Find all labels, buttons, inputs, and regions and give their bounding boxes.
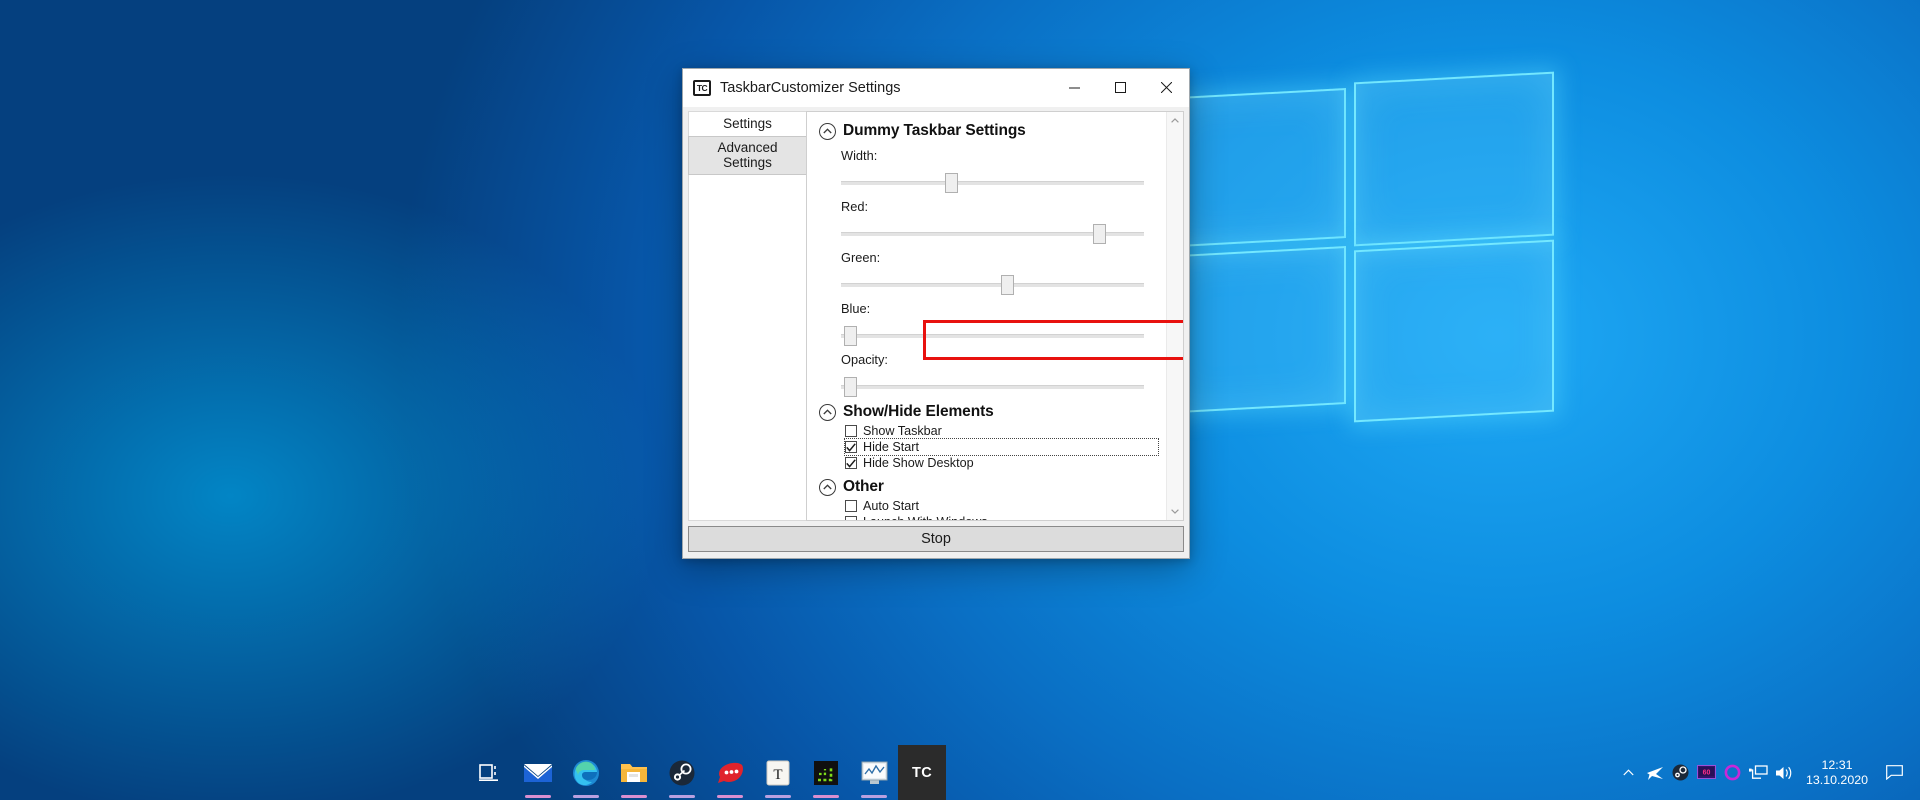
minimize-button[interactable] xyxy=(1051,69,1097,106)
taskbar-item-code-editor[interactable] xyxy=(802,745,850,800)
taskbar-item-microsoft-edge[interactable] xyxy=(562,745,610,800)
slider-thumb[interactable] xyxy=(1093,224,1107,244)
slider-track xyxy=(841,283,1144,287)
system-tray: 60 12:31 13.10.2020 xyxy=(1616,745,1920,800)
checkbox-hide-show-desktop[interactable] xyxy=(845,457,857,469)
window-body: Settings Advanced Settings Dummy Taskbar… xyxy=(683,107,1189,521)
slider-label-red: Red: xyxy=(841,199,869,214)
slider-label-blue: Blue: xyxy=(841,301,871,316)
network-icon[interactable] xyxy=(1746,745,1772,800)
tab-strip: Settings Advanced Settings xyxy=(688,111,807,521)
app-icon: TC xyxy=(693,79,711,96)
slider-red[interactable] xyxy=(841,224,1144,244)
fps-value: 60 xyxy=(1703,769,1711,776)
slider-thumb[interactable] xyxy=(843,377,857,397)
checkbox-row-launch-with-windows[interactable]: Launch With Windows xyxy=(845,514,1166,520)
slider-track xyxy=(841,385,1144,389)
slider-blue[interactable] xyxy=(841,326,1144,346)
slider-thumb[interactable] xyxy=(945,173,959,193)
tab-advanced-settings[interactable]: Advanced Settings xyxy=(688,136,807,175)
close-button[interactable] xyxy=(1143,69,1189,106)
cortana-ring-icon[interactable] xyxy=(1720,745,1746,800)
slider-label-green: Green: xyxy=(841,250,881,265)
taskbar-item-chat-app[interactable] xyxy=(706,745,754,800)
chevron-up-circle-icon[interactable] xyxy=(819,478,836,496)
logo-pane-top-right xyxy=(1354,71,1554,247)
steam-tray-icon[interactable] xyxy=(1668,745,1694,800)
slider-opacity[interactable] xyxy=(841,377,1144,397)
volume-icon[interactable] xyxy=(1772,745,1798,800)
section-title: Dummy Taskbar Settings xyxy=(843,122,1026,139)
logo-pane-bottom-right xyxy=(1354,239,1554,423)
slider-thumb[interactable] xyxy=(1000,275,1014,295)
taskbar-item-task-manager[interactable] xyxy=(850,745,898,800)
windows-wallpaper-logo xyxy=(1160,55,1580,423)
slider-label-opacity: Opacity: xyxy=(841,352,888,367)
desktop: TC TaskbarCustomizer Settings Settings A… xyxy=(0,0,1920,800)
slider-track xyxy=(841,334,1144,338)
checkbox-label: Auto Start xyxy=(863,499,920,513)
section-title: Show/Hide Elements xyxy=(843,403,994,420)
window-footer: Stop xyxy=(683,521,1189,558)
section-header-show-hide-elements[interactable]: Show/Hide Elements xyxy=(819,403,1166,421)
clock-time: 12:31 xyxy=(1821,757,1853,772)
checkbox-show-taskbar[interactable] xyxy=(845,425,857,437)
action-center-icon[interactable] xyxy=(1878,745,1910,800)
fps-monitor-icon[interactable]: 60 xyxy=(1694,745,1720,800)
slider-label-width: Width: xyxy=(841,148,878,163)
section-title: Other xyxy=(843,478,884,495)
settings-scroll-area: Dummy Taskbar Settings Width: Red: Green… xyxy=(807,112,1166,520)
taskbar-item-steam[interactable] xyxy=(658,745,706,800)
checkbox-row-show-taskbar[interactable]: Show Taskbar xyxy=(845,423,1166,439)
checkbox-auto-start[interactable] xyxy=(845,500,857,512)
slider-row-blue: Blue: xyxy=(841,295,1144,346)
section-header-other[interactable]: Other xyxy=(819,478,1166,496)
slider-row-green: Green: xyxy=(841,244,1144,295)
taskbar-item-mail[interactable] xyxy=(514,745,562,800)
title-bar[interactable]: TC TaskbarCustomizer Settings xyxy=(683,69,1189,107)
chevron-up-circle-icon[interactable] xyxy=(819,403,836,421)
taskbar-item-task-view[interactable] xyxy=(466,745,514,800)
checkbox-launch-with-windows[interactable] xyxy=(845,516,857,520)
plane-icon[interactable] xyxy=(1642,745,1668,800)
taskbarcustomizer-window: TC TaskbarCustomizer Settings Settings A… xyxy=(682,68,1190,559)
taskbar-item-taskbarcustomizer[interactable]: TC xyxy=(898,745,946,800)
checkbox-row-hide-start[interactable]: Hide Start xyxy=(844,438,1159,456)
slider-thumb[interactable] xyxy=(843,326,857,346)
tab-settings[interactable]: Settings xyxy=(689,112,806,136)
svg-text:T: T xyxy=(773,767,782,783)
show-hidden-icons-chevron-up-icon[interactable] xyxy=(1616,745,1642,800)
checkbox-row-hide-show-desktop[interactable]: Hide Show Desktop xyxy=(845,455,1166,471)
checkbox-label: Show Taskbar xyxy=(863,424,942,438)
settings-content-pane: Dummy Taskbar Settings Width: Red: Green… xyxy=(806,111,1184,521)
clock-date: 13.10.2020 xyxy=(1805,772,1868,787)
slider-green[interactable] xyxy=(841,275,1144,295)
scroll-down-arrow-icon[interactable] xyxy=(1167,503,1184,520)
taskbar-item-file-explorer[interactable] xyxy=(610,745,658,800)
maximize-button[interactable] xyxy=(1097,69,1143,106)
checkbox-label: Hide Show Desktop xyxy=(863,456,974,470)
checkbox-hide-start[interactable] xyxy=(845,441,857,453)
slider-row-red: Red: xyxy=(841,193,1144,244)
slider-row-opacity: Opacity: xyxy=(841,346,1144,397)
checkbox-label: Launch With Windows xyxy=(863,515,988,520)
slider-width[interactable] xyxy=(841,173,1144,193)
window-title: TaskbarCustomizer Settings xyxy=(720,79,901,96)
taskbar: T TC 60 12:31 13.10.2020 xyxy=(0,745,1920,800)
scroll-up-arrow-icon[interactable] xyxy=(1167,112,1184,129)
stop-button[interactable]: Stop xyxy=(688,526,1184,552)
checkbox-label: Hide Start xyxy=(863,440,919,454)
taskbar-icons: T TC xyxy=(466,745,946,800)
slider-row-width: Width: xyxy=(841,142,1144,193)
vertical-scrollbar[interactable] xyxy=(1166,112,1183,520)
taskbar-item-typora[interactable]: T xyxy=(754,745,802,800)
checkbox-row-auto-start[interactable]: Auto Start xyxy=(845,498,1166,514)
chevron-up-circle-icon[interactable] xyxy=(819,122,836,140)
slider-track xyxy=(841,181,1144,185)
taskbar-item-label: TC xyxy=(912,764,932,781)
taskbar-clock[interactable]: 12:31 13.10.2020 xyxy=(1798,758,1878,788)
section-header-dummy-taskbar-settings[interactable]: Dummy Taskbar Settings xyxy=(819,122,1166,140)
